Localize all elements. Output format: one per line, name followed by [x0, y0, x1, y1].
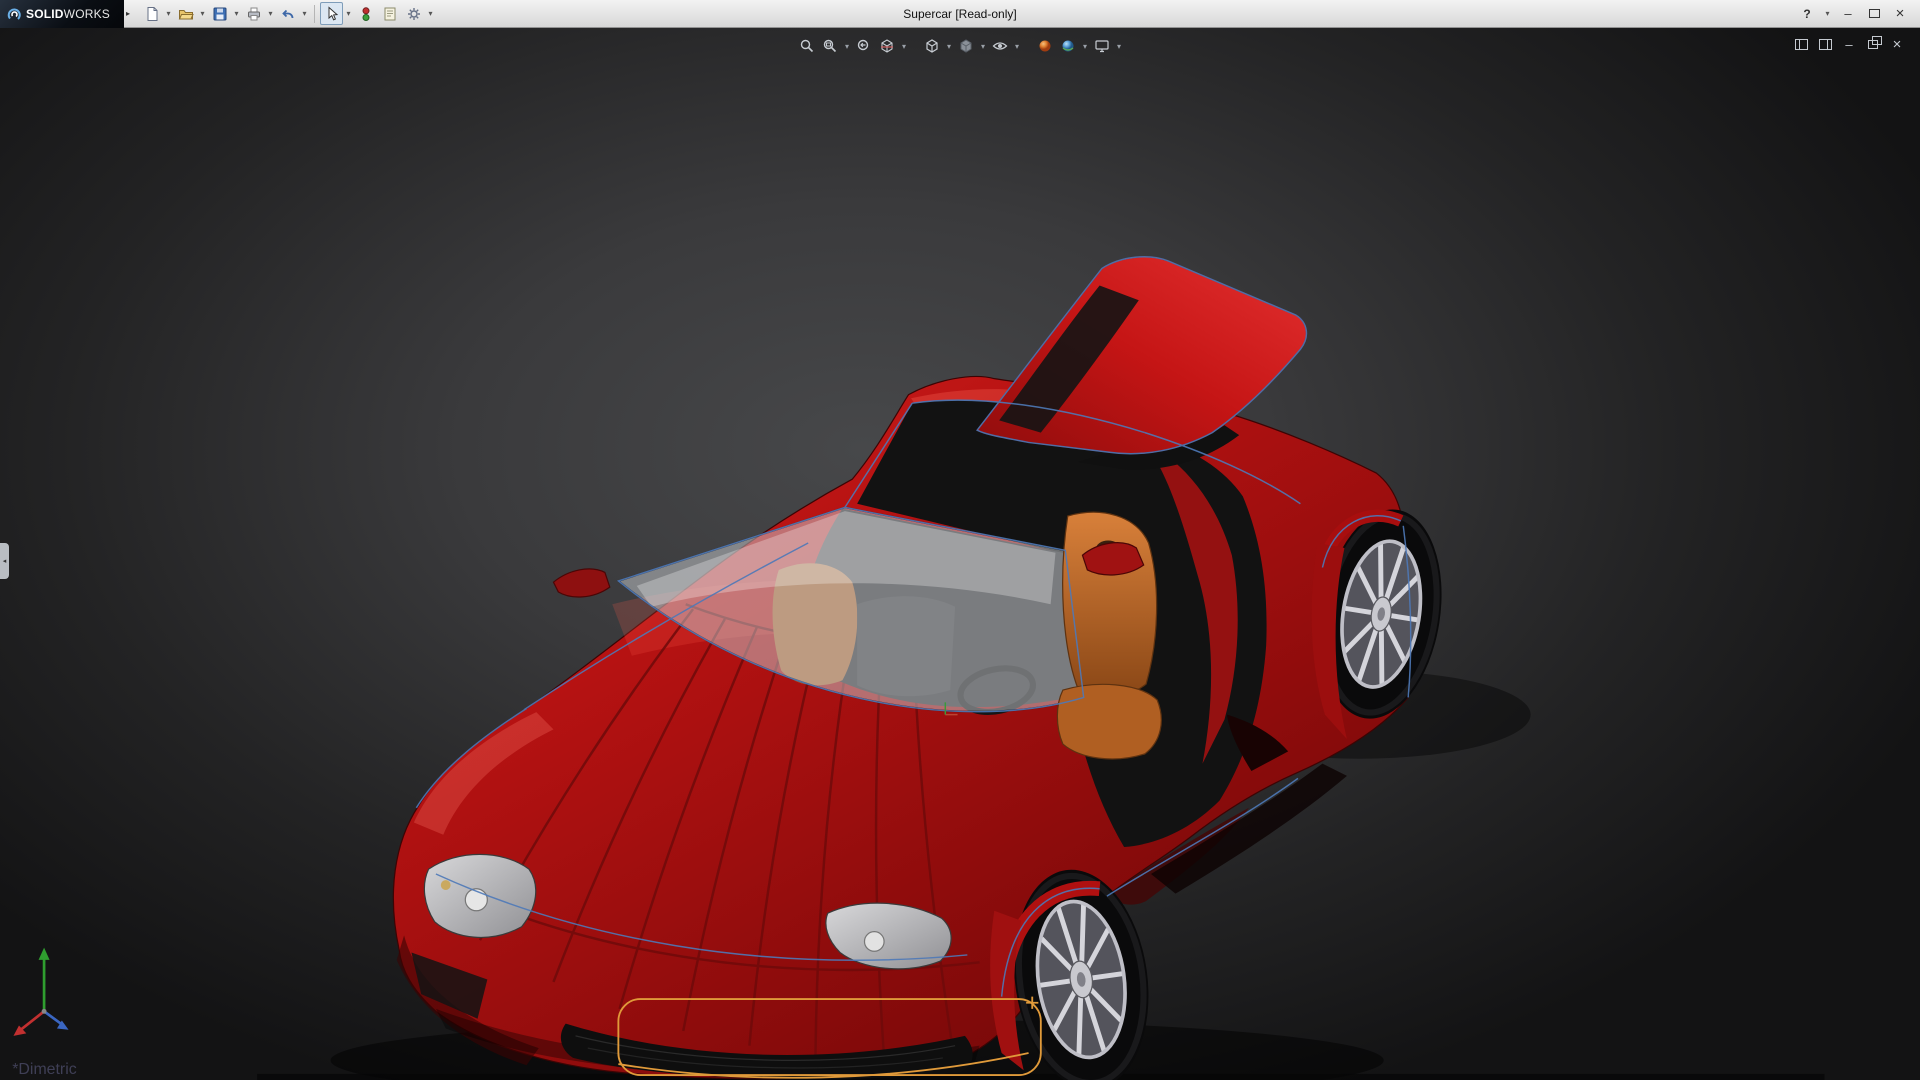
rebuild-icon	[362, 6, 370, 21]
titlebar-controls: ? ▾ – ×	[1797, 3, 1920, 25]
new-document-button[interactable]	[140, 2, 163, 25]
supercar-model[interactable]	[392, 256, 1455, 1080]
zoom-to-area-icon	[823, 39, 837, 53]
pane-right-button[interactable]	[1818, 36, 1832, 52]
dropdown-arrow[interactable]: ▾	[945, 42, 953, 51]
zoom-to-fit-button[interactable]	[797, 36, 817, 56]
dropdown-arrow[interactable]: ▾	[266, 9, 275, 18]
zoom-to-area-button[interactable]	[820, 36, 840, 56]
dropdown-arrow[interactable]: ▾	[232, 9, 241, 18]
scene-canvas[interactable]: *Dimetric	[0, 28, 1920, 1080]
view-orientation-cube-icon	[926, 39, 938, 53]
display-style-icon	[960, 39, 972, 53]
help-dropdown-arrow[interactable]: ▾	[1823, 9, 1832, 18]
logo-text-light: WORKS	[63, 6, 111, 21]
edit-appearance-icon	[1039, 40, 1051, 52]
dropdown-arrow[interactable]: ▾	[1081, 42, 1089, 51]
dropdown-arrow[interactable]: ▾	[1013, 42, 1021, 51]
rebuild-button[interactable]	[354, 2, 377, 25]
main-toolbar: ▾ ▾ ▾ ▾ ▾ ▾ ▾	[140, 2, 435, 25]
document-window-controls: – ×	[1794, 35, 1904, 53]
view-settings-icon	[1095, 40, 1109, 53]
apply-scene-button[interactable]	[1058, 36, 1078, 56]
options-button[interactable]	[402, 2, 425, 25]
dropdown-arrow[interactable]: ▾	[344, 9, 353, 18]
dropdown-arrow[interactable]: ▾	[426, 9, 435, 18]
zoom-to-fit-icon	[800, 39, 814, 53]
select-cursor-icon	[328, 5, 338, 20]
restore-icon	[1868, 35, 1882, 49]
maximize-button[interactable]	[1864, 3, 1884, 25]
section-view-button[interactable]	[877, 36, 897, 56]
dropdown-arrow[interactable]: ▾	[198, 9, 207, 18]
dropdown-arrow[interactable]: ▾	[979, 42, 987, 51]
doc-restore-button[interactable]	[1866, 35, 1882, 52]
print-button[interactable]	[242, 2, 265, 25]
dropdown-arrow[interactable]: ▾	[900, 42, 908, 51]
solidworks-window: SOLIDWORKS ▸ ▾ ▾ ▾ ▾ ▾ ▾ ▾ Supercar [Rea…	[0, 0, 1920, 1080]
save-button[interactable]	[208, 2, 231, 25]
maximize-icon	[1868, 9, 1880, 18]
panel-collapse-tab[interactable]: ◂	[0, 543, 9, 579]
view-settings-button[interactable]	[1092, 36, 1112, 56]
view-orientation-label: *Dimetric	[12, 1061, 77, 1078]
design-binder-button[interactable]	[378, 2, 401, 25]
options-gear-icon	[407, 7, 420, 20]
dropdown-arrow[interactable]: ▾	[164, 9, 173, 18]
pane-right-icon	[1818, 38, 1832, 50]
pane-left-button[interactable]	[1794, 36, 1808, 52]
doc-minimize-button[interactable]: –	[1842, 36, 1856, 52]
collapse-arrow-icon: ◂	[2, 558, 7, 565]
select-button[interactable]	[320, 2, 344, 25]
hide-show-items-button[interactable]	[990, 36, 1010, 56]
dropdown-arrow[interactable]: ▾	[300, 9, 309, 18]
open-folder-icon	[178, 9, 194, 19]
previous-view-icon	[857, 39, 869, 51]
section-view-icon	[881, 39, 893, 53]
minimize-button[interactable]: –	[1838, 3, 1858, 25]
open-button[interactable]	[174, 2, 197, 25]
save-icon	[213, 7, 227, 20]
dropdown-arrow[interactable]: ▾	[843, 42, 851, 51]
dropdown-arrow[interactable]: ▾	[1115, 42, 1123, 51]
hide-show-eye-icon	[992, 42, 1008, 50]
edit-appearance-button[interactable]	[1035, 36, 1055, 56]
heads-up-view-toolbar: ▾ ▾ ▾ ▾ ▾ ▾ ▾	[797, 36, 1123, 56]
dassault-3ds-icon	[7, 8, 21, 20]
new-document-icon	[147, 6, 158, 21]
graphics-viewport[interactable]: ▾ ▾ ▾ ▾ ▾ ▾ ▾ – × ◂ *Dimetric	[0, 28, 1920, 1080]
titlebar: SOLIDWORKS ▸ ▾ ▾ ▾ ▾ ▾ ▾ ▾ Supercar [Rea…	[0, 0, 1920, 28]
undo-button[interactable]	[276, 2, 299, 25]
orientation-triad[interactable]	[13, 947, 69, 1036]
logo-text-bold: SOLID	[26, 6, 64, 21]
toolbar-separator	[314, 4, 316, 23]
view-orientation-button[interactable]	[922, 36, 942, 56]
help-button[interactable]: ?	[1797, 3, 1817, 25]
undo-icon	[281, 9, 293, 18]
close-button[interactable]: ×	[1890, 3, 1910, 25]
display-style-button[interactable]	[956, 36, 976, 56]
print-icon	[247, 7, 260, 20]
solidworks-logo: SOLIDWORKS	[0, 0, 124, 28]
previous-view-button[interactable]	[854, 36, 874, 56]
design-binder-icon	[384, 7, 396, 20]
pane-left-icon	[1794, 38, 1808, 50]
logo-expand-arrow[interactable]: ▸	[126, 9, 130, 18]
apply-scene-icon	[1062, 40, 1074, 52]
doc-close-button[interactable]: ×	[1890, 36, 1904, 53]
